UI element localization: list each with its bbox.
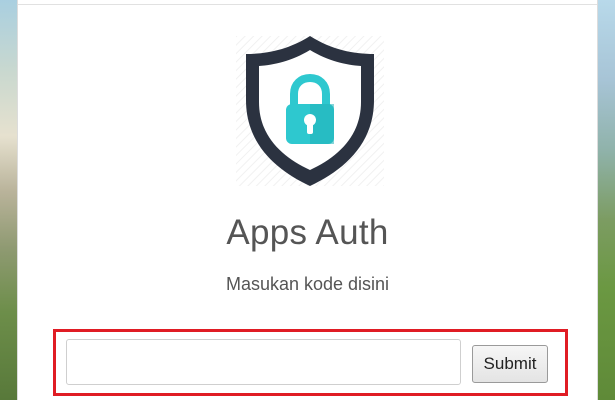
code-input[interactable] xyxy=(66,339,461,385)
code-form-highlight: Submit xyxy=(53,329,568,396)
page-title: Apps Auth xyxy=(226,213,389,252)
submit-button[interactable]: Submit xyxy=(472,345,548,383)
page-subtitle: Masukan kode disini xyxy=(225,274,390,294)
auth-panel: Apps Auth Masukan kode disini Submit xyxy=(17,0,598,400)
shield-lock-icon xyxy=(236,36,384,186)
top-divider xyxy=(18,4,597,5)
background-right-strip xyxy=(598,0,615,400)
